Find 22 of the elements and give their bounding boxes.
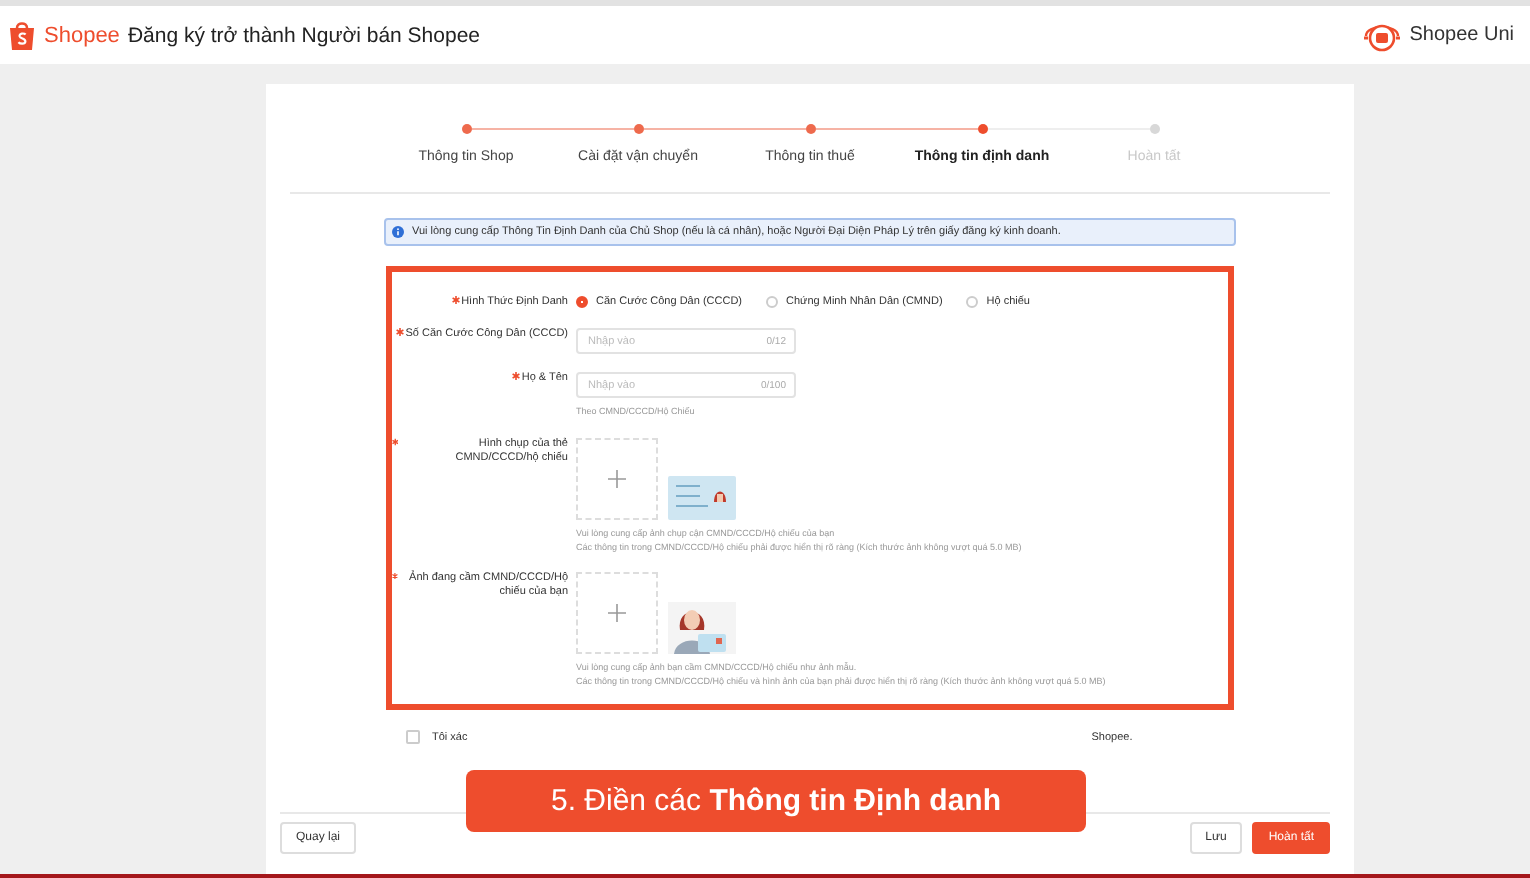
upload-box[interactable] [576,437,658,520]
brand-name: Shopee [44,23,120,47]
step-dot [633,124,643,134]
page-title: Đăng ký trở thành Người bán Shopee [127,23,481,47]
step-dot [805,124,815,134]
shopee-uni-link[interactable]: Shopee Uni [1409,24,1514,46]
radio-button[interactable] [966,296,979,308]
confirm-checkbox[interactable] [406,730,420,745]
step-banner: 5. Điền các Thông tin Định danh [466,770,1086,832]
shopee-uni-logo-icon [1361,19,1402,51]
plus-icon [608,603,626,622]
radio-button[interactable] [576,296,588,308]
id-card-icon [668,475,736,520]
upload-box[interactable] [576,571,658,654]
step-dot [1149,124,1159,134]
info-icon [392,226,404,238]
shopee-bag-icon [8,19,36,51]
plus-icon [608,469,626,488]
radio-button[interactable] [766,296,779,308]
step-dot [461,124,471,134]
step-dot [977,124,987,134]
person-holding-card-drawing [668,601,736,654]
